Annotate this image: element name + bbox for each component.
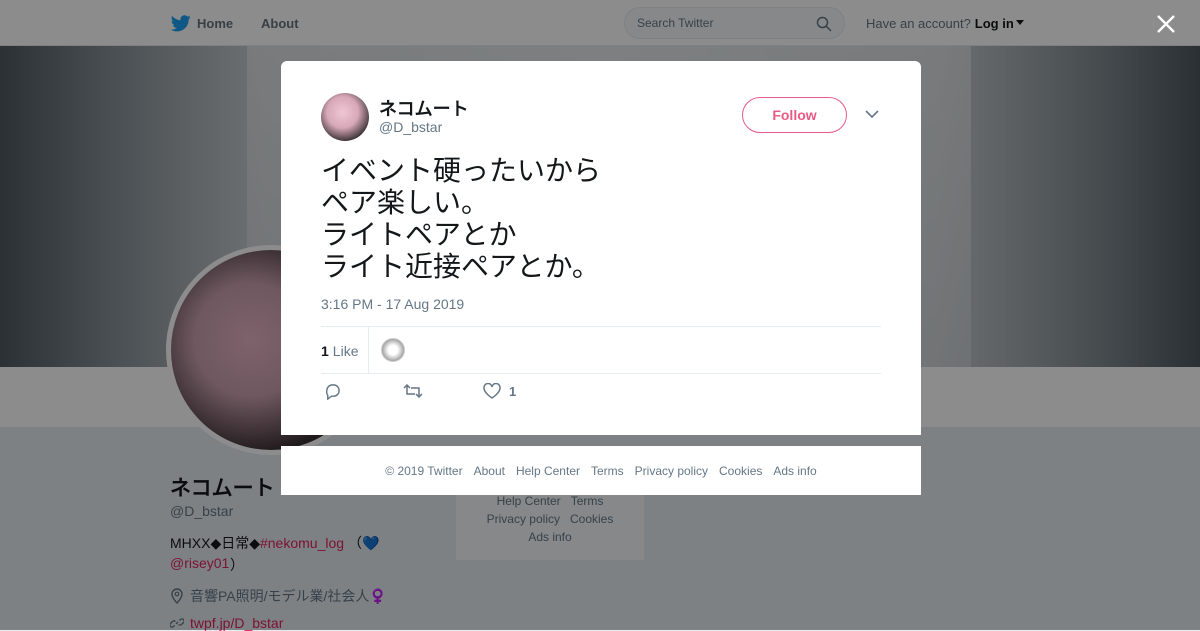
- footer-about-link[interactable]: About: [474, 464, 505, 478]
- footer-ads-link[interactable]: Ads info: [773, 464, 816, 478]
- chevron-down-icon[interactable]: [865, 109, 879, 119]
- retweet-icon: [403, 383, 423, 399]
- footer-copyright: © 2019 Twitter: [385, 463, 463, 478]
- tweet-author-handle[interactable]: @D_bstar: [379, 119, 442, 135]
- footer-terms-link[interactable]: Terms: [591, 464, 624, 478]
- reply-icon: [325, 384, 340, 400]
- likes-count-link[interactable]: 1 Like: [321, 327, 370, 374]
- footer-help-link[interactable]: Help Center: [516, 464, 580, 478]
- modal-footer: © 2019 Twitter About Help Center Terms P…: [281, 446, 921, 495]
- tweet-modal: ネコムート @D_bstar Follow イベント硬ったいから ペア楽しい。 …: [281, 61, 921, 435]
- tweet-author-name[interactable]: ネコムート: [379, 95, 469, 121]
- tweet-text: イベント硬ったいから ペア楽しい。 ライトペアとか ライト近接ペアとか。: [321, 154, 602, 283]
- footer-privacy-link[interactable]: Privacy policy: [635, 464, 708, 478]
- likes-count: 1: [321, 342, 329, 359]
- retweet-button[interactable]: [403, 383, 423, 399]
- tweet-author-avatar[interactable]: [321, 93, 369, 141]
- like-button[interactable]: 1: [483, 383, 516, 399]
- tweet-timestamp[interactable]: 3:16 PM - 17 Aug 2019: [321, 296, 464, 312]
- footer-cookies-link[interactable]: Cookies: [719, 464, 762, 478]
- reply-button[interactable]: [324, 383, 341, 400]
- tweet-stats: 1 Like: [321, 326, 881, 374]
- liker-avatar[interactable]: [381, 338, 405, 362]
- tweet-actions: 1: [321, 383, 881, 407]
- likes-label: Like: [332, 342, 359, 359]
- follow-button[interactable]: Follow: [742, 97, 847, 133]
- like-action-count: 1: [509, 383, 517, 399]
- close-icon[interactable]: [1154, 12, 1178, 36]
- heart-icon: [483, 383, 501, 399]
